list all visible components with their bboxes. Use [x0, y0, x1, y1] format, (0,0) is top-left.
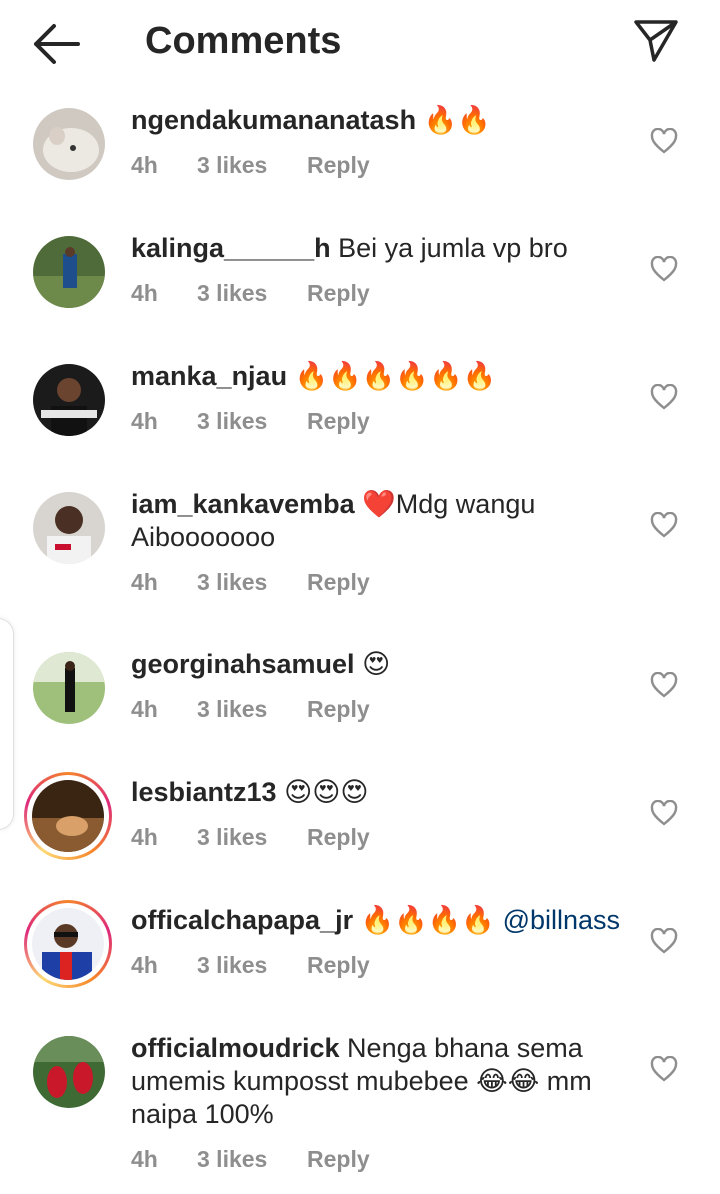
- comment-item: kalinga______h Bei ya jumla vp bro 4h 3 …: [0, 216, 720, 344]
- comment-username[interactable]: georginahsamuel: [131, 649, 355, 679]
- comment-username[interactable]: kalinga______h: [131, 233, 331, 263]
- comment-username[interactable]: lesbiantz13: [131, 777, 277, 807]
- comment-time: 4h: [131, 1146, 158, 1172]
- comment-body: 😍: [354, 649, 391, 679]
- avatar[interactable]: [33, 236, 105, 308]
- story-ring[interactable]: [24, 772, 112, 860]
- comment-text: officialmoudrick Nenga bhana sema umemis…: [131, 1032, 631, 1131]
- reply-button[interactable]: Reply: [307, 569, 370, 596]
- back-arrow-icon[interactable]: [30, 22, 82, 66]
- avatar[interactable]: [32, 780, 104, 852]
- comment-time: 4h: [131, 280, 158, 306]
- reply-button[interactable]: Reply: [307, 1146, 370, 1173]
- comment-likes[interactable]: 3 likes: [197, 569, 267, 596]
- comment-username[interactable]: officalchapapa_jr: [131, 905, 353, 935]
- comment-username[interactable]: ngendakumananatash: [131, 105, 416, 135]
- reply-button[interactable]: Reply: [307, 152, 370, 179]
- comment-item: lesbiantz13 😍😍😍 4h 3 likes Reply: [0, 760, 720, 888]
- comment-username[interactable]: manka_njau: [131, 361, 287, 391]
- avatar[interactable]: [33, 364, 105, 436]
- comment-item: ngendakumananatash 🔥🔥 4h 3 likes Reply: [0, 88, 720, 216]
- reply-button[interactable]: Reply: [307, 408, 370, 435]
- comment-time: 4h: [131, 952, 158, 978]
- comment-likes[interactable]: 3 likes: [197, 1146, 267, 1173]
- comment-likes[interactable]: 3 likes: [197, 824, 267, 851]
- comment-time: 4h: [131, 824, 158, 850]
- reply-button[interactable]: Reply: [307, 280, 370, 307]
- reply-button[interactable]: Reply: [307, 824, 370, 851]
- comment-time: 4h: [131, 408, 158, 434]
- heart-icon[interactable]: [650, 256, 678, 282]
- avatar[interactable]: [33, 108, 105, 180]
- paper-plane-icon[interactable]: [632, 18, 680, 64]
- comment-text: kalinga______h Bei ya jumla vp bro: [131, 232, 631, 265]
- heart-icon[interactable]: [650, 384, 678, 410]
- avatar[interactable]: [32, 908, 104, 980]
- story-ring[interactable]: [24, 900, 112, 988]
- avatar[interactable]: [33, 492, 105, 564]
- comment-text: iam_kankavemba ❤️Mdg wangu Aibooooooo: [131, 488, 631, 554]
- comment-mention-link[interactable]: @billnass: [503, 905, 620, 935]
- page-title: Comments: [145, 20, 342, 62]
- comment-item: officialmoudrick Nenga bhana sema umemis…: [0, 1016, 720, 1194]
- comment-username[interactable]: iam_kankavemba: [131, 489, 355, 519]
- comment-text: ngendakumananatash 🔥🔥: [131, 104, 631, 137]
- comment-item: iam_kankavemba ❤️Mdg wangu Aibooooooo 4h…: [0, 472, 720, 632]
- comment-likes[interactable]: 3 likes: [197, 952, 267, 979]
- comment-text: manka_njau 🔥🔥🔥🔥🔥🔥: [131, 360, 631, 393]
- comment-text: lesbiantz13 😍😍😍: [131, 776, 631, 809]
- comment-item: manka_njau 🔥🔥🔥🔥🔥🔥 4h 3 likes Reply: [0, 344, 720, 472]
- comment-likes[interactable]: 3 likes: [197, 152, 267, 179]
- comment-likes[interactable]: 3 likes: [197, 280, 267, 307]
- reply-button[interactable]: Reply: [307, 696, 370, 723]
- comment-likes[interactable]: 3 likes: [197, 696, 267, 723]
- avatar[interactable]: [33, 1036, 105, 1108]
- avatar[interactable]: [33, 652, 105, 724]
- header-bar: Comments: [0, 0, 720, 88]
- comment-item: officalchapapa_jr 🔥🔥🔥🔥 @billnass 4h 3 li…: [0, 888, 720, 1016]
- comment-username[interactable]: officialmoudrick: [131, 1033, 340, 1063]
- heart-icon[interactable]: [650, 128, 678, 154]
- heart-icon[interactable]: [650, 512, 678, 538]
- heart-icon[interactable]: [650, 672, 678, 698]
- comment-time: 4h: [131, 152, 158, 178]
- comment-likes[interactable]: 3 likes: [197, 408, 267, 435]
- reply-button[interactable]: Reply: [307, 952, 370, 979]
- heart-icon[interactable]: [650, 1056, 678, 1082]
- comment-time: 4h: [131, 696, 158, 722]
- comment-body: 🔥🔥🔥🔥: [353, 905, 503, 935]
- comment-item: georginahsamuel 😍 4h 3 likes Reply: [0, 632, 720, 760]
- comment-time: 4h: [131, 569, 158, 595]
- heart-icon[interactable]: [650, 928, 678, 954]
- comment-body: 🔥🔥: [416, 105, 491, 135]
- heart-icon[interactable]: [650, 800, 678, 826]
- comment-body: Bei ya jumla vp bro: [330, 233, 568, 263]
- comment-text: officalchapapa_jr 🔥🔥🔥🔥 @billnass: [131, 904, 631, 937]
- comment-text: georginahsamuel 😍: [131, 648, 631, 681]
- comment-body: 😍😍😍: [276, 777, 369, 807]
- comment-body: 🔥🔥🔥🔥🔥🔥: [287, 361, 497, 391]
